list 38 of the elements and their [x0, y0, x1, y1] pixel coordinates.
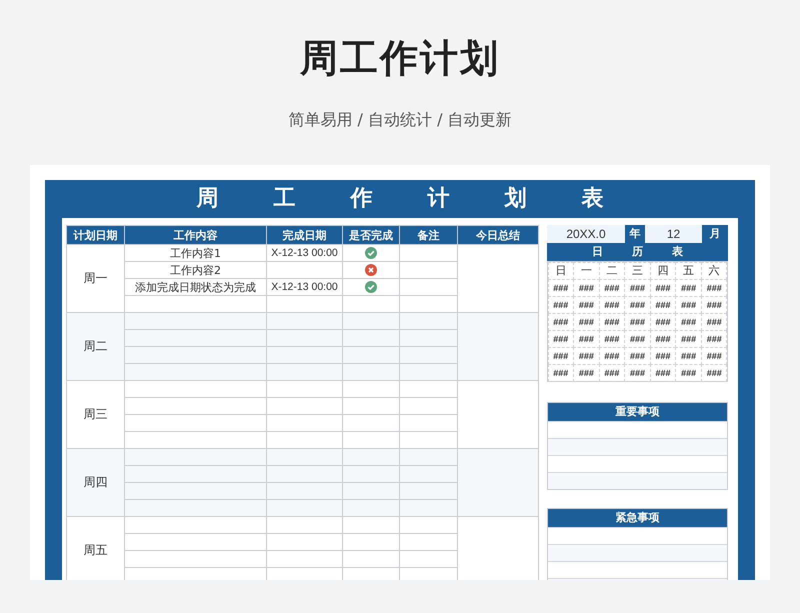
task-content: 工作内容2	[170, 264, 221, 276]
date-cell: ###	[700, 364, 728, 382]
month-label: 月	[702, 225, 728, 243]
task-content: 添加完成日期状态为完成	[135, 280, 256, 294]
day-cell: 周二	[66, 312, 124, 380]
column-header: 工作内容	[124, 226, 266, 244]
day-cell: 周五	[66, 516, 124, 580]
month-value: 12	[645, 225, 702, 243]
completion-date: X-12-13 00:00	[271, 281, 338, 293]
day-cell: 周四	[66, 448, 124, 516]
task-content: 工作内容1	[170, 246, 221, 260]
column-header: 备注	[400, 226, 458, 244]
column-header: 是否完成	[342, 226, 400, 244]
weekday-cell: 二	[598, 262, 626, 280]
weekday-cell: 三	[624, 262, 651, 280]
weekday-cell: 日	[548, 262, 574, 280]
weekday-cell: 五	[675, 262, 702, 280]
page-subtitle: 简单易用 / 自动统计 / 自动更新	[288, 109, 512, 131]
sheet-title: 周工作计划表	[195, 185, 660, 213]
weekday-cell: 一	[573, 262, 600, 280]
column-header: 今日总结	[458, 226, 538, 244]
date-cell: ###	[573, 364, 600, 382]
year-label: 年	[625, 225, 645, 243]
year-value: 20XX.0	[547, 225, 625, 243]
column-header: 计划日期	[66, 226, 124, 244]
list-header: 紧急事项	[548, 509, 727, 527]
completion-date: X-12-13 00:00	[271, 247, 338, 259]
weekday-cell: 四	[650, 262, 676, 280]
date-cell: ###	[598, 364, 626, 382]
list-header: 重要事项	[548, 403, 727, 421]
column-header: 完成日期	[266, 226, 342, 244]
date-cell: ###	[548, 364, 574, 382]
page-title: 周工作计划	[300, 35, 500, 82]
date-cell: ###	[650, 364, 676, 382]
date-cell: ###	[624, 364, 651, 382]
weekday-cell: 六	[700, 262, 728, 280]
calendar-title: 日历表	[547, 243, 728, 261]
date-cell: ###	[675, 364, 702, 382]
